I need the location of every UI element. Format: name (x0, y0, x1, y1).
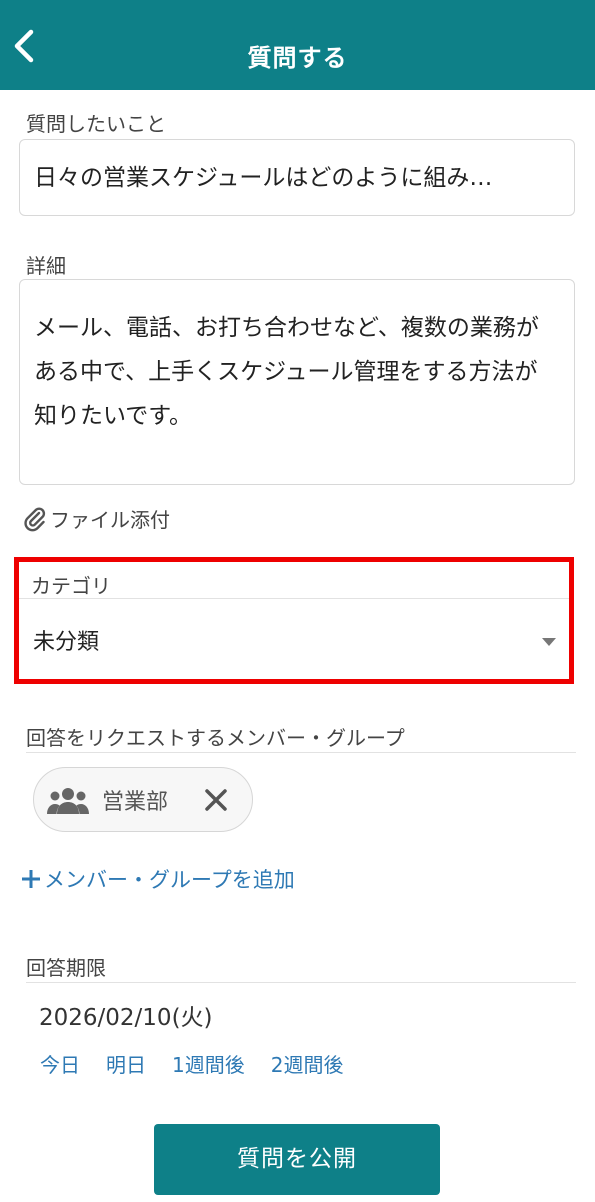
question-label: 質問したいこと (26, 112, 166, 136)
add-member-group-label: メンバー・グループを追加 (44, 868, 295, 892)
member-chip: 営業部 (33, 767, 253, 832)
plus-icon (22, 870, 40, 888)
file-attach-button[interactable]: ファイル添付 (22, 504, 170, 533)
deadline-date-input[interactable]: 2026/02/10(火) (39, 998, 213, 1032)
shortcut-tomorrow[interactable]: 明日 (106, 1053, 146, 1077)
shortcut-2-weeks[interactable]: 2週間後 (271, 1053, 344, 1077)
file-attach-label: ファイル添付 (50, 508, 170, 532)
shortcut-today[interactable]: 今日 (40, 1053, 80, 1077)
question-title-input[interactable]: 日々の営業スケジュールはどのように組み… (19, 139, 575, 216)
shortcut-1-week[interactable]: 1週間後 (172, 1053, 245, 1077)
page-title: 質問する (247, 44, 348, 72)
paperclip-icon (24, 507, 46, 531)
group-icon (46, 784, 90, 816)
category-selected-value: 未分類 (33, 630, 100, 655)
add-member-group-link[interactable]: メンバー・グループを追加 (20, 864, 295, 894)
details-label: 詳細 (26, 254, 66, 278)
category-section: カテゴリ 未分類 (14, 557, 574, 684)
details-textarea[interactable]: メール、電話、お打ち合わせなど、複数の業務がある中で、上手くスケジュール管理をす… (19, 279, 575, 485)
category-select[interactable]: 未分類 (19, 599, 569, 679)
app-header: 質問する (0, 0, 595, 90)
close-icon (205, 788, 227, 811)
publish-question-button[interactable]: 質問を公開 (154, 1124, 440, 1195)
request-members-label: 回答をリクエストするメンバー・グループ (26, 726, 405, 750)
member-chip-label: 営業部 (102, 789, 169, 815)
deadline-shortcuts: 今日 明日 1週間後 2週間後 (40, 1049, 369, 1078)
deadline-divider (26, 982, 576, 983)
caret-down-icon (542, 638, 556, 646)
chip-remove-button[interactable] (204, 788, 228, 812)
category-label: カテゴリ (31, 574, 111, 598)
request-members-divider (26, 752, 576, 753)
deadline-label: 回答期限 (26, 956, 106, 980)
